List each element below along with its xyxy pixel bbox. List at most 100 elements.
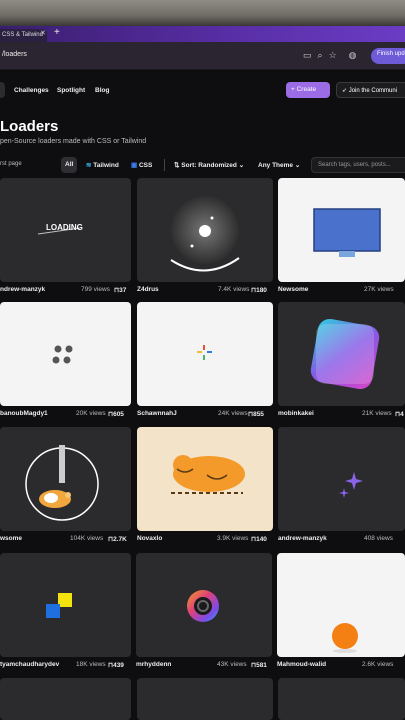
filter-css[interactable]: ▣ CSS (127, 157, 156, 173)
tab-title: CSS & Tailwind (2, 32, 43, 38)
page-title: Loaders (0, 118, 59, 135)
card-meta: Mahmoud-walid 2.6K views (277, 658, 405, 672)
filter-tailwind[interactable]: ≋ Tailwind (82, 157, 123, 173)
filter-all[interactable]: All (61, 157, 78, 173)
card-author[interactable]: andrew-manzyk (278, 535, 327, 542)
divider (164, 159, 165, 171)
loader-preview (339, 472, 363, 498)
loader-card[interactable]: LOADING (0, 178, 131, 282)
loader-card[interactable] (278, 678, 405, 720)
loader-card[interactable] (137, 678, 273, 720)
view-count: 21K views (362, 410, 392, 417)
nav-blog[interactable]: Blog (95, 87, 109, 94)
card-meta: Novaxlo 3.9K views ⊓140 (137, 532, 273, 546)
loader-preview (313, 208, 381, 257)
save-count: ⊓140 (251, 536, 267, 543)
card-author[interactable]: Novaxlo (137, 535, 162, 542)
view-count: 7.4K views (218, 286, 250, 293)
save-count: ⊓605 (108, 411, 124, 418)
card-meta: banoubMagdy1 20K views ⊓605 (0, 407, 131, 421)
url-text: /loaders (2, 51, 27, 58)
loader-card[interactable] (278, 427, 405, 531)
card-author[interactable]: SchawnnahJ (137, 410, 177, 417)
sort-select[interactable]: ⇅ Sort: Randomized ⌄ (170, 157, 248, 173)
filter-bar: rst page All ≋ Tailwind ▣ CSS ⇅ Sort: Ra… (0, 157, 405, 173)
card-author[interactable]: ndrew-manzyk (0, 286, 45, 293)
view-count: 20K views (76, 410, 106, 417)
loader-preview: LOADING (37, 223, 83, 235)
save-count: ⊓581 (251, 662, 267, 669)
card-meta: mobinkakei 21K views ⊓4 (278, 407, 405, 421)
card-author[interactable]: banoubMagdy1 (0, 410, 48, 417)
loader-card[interactable] (0, 302, 131, 406)
loader-card[interactable] (136, 553, 272, 657)
card-author[interactable]: mrhyddenn (136, 661, 171, 668)
card-author[interactable]: Z4drus (137, 286, 159, 293)
view-count: 24K views (218, 410, 248, 417)
card-meta: SchawnnahJ 24K views ⊓855 (137, 407, 273, 421)
browser-tab-bar: CSS & Tailwind ✕ + (0, 26, 405, 42)
address-bar-icons: ▭ ⌕ ☆ ◍ (303, 50, 357, 61)
loader-preview (310, 319, 380, 389)
save-count: ⊓180 (251, 287, 267, 294)
bookmark-star-icon[interactable]: ☆ (329, 50, 337, 61)
loader-card[interactable] (137, 178, 273, 282)
save-count: ⊓37 (114, 287, 127, 294)
card-author[interactable]: Mahmoud-walid (277, 661, 326, 668)
loader-preview (25, 445, 99, 521)
extensions-icon[interactable]: ◍ (349, 50, 357, 61)
site-nav: Challenges Spotlight Blog + Create ➶ Joi… (0, 76, 405, 104)
loader-preview (332, 623, 358, 653)
theme-select[interactable]: Any Theme ⌄ (254, 157, 304, 173)
save-count: ⊓855 (248, 411, 264, 418)
save-count: ⊓4 (395, 411, 404, 418)
view-count: 2.6K views (362, 661, 394, 668)
card-author[interactable]: tyamchaudharydev (0, 661, 59, 668)
loader-card[interactable] (278, 178, 405, 282)
rocket-icon: ➶ (342, 88, 349, 94)
loader-preview (171, 455, 245, 494)
card-author[interactable]: Newsome (278, 286, 308, 293)
nav-spotlight[interactable]: Spotlight (57, 87, 85, 94)
first-page-label: rst page (0, 161, 22, 167)
save-count: ⊓2.7K (108, 536, 127, 543)
loader-preview (170, 196, 240, 272)
css-icon: ▣ (131, 162, 139, 169)
new-tab-icon[interactable]: + (54, 27, 60, 38)
nav-challenges[interactable]: Challenges (14, 87, 49, 94)
card-author[interactable]: wsome (0, 535, 22, 542)
join-community-button[interactable]: ➶ Join the Communi (336, 82, 405, 98)
monitor-bezel (0, 0, 405, 26)
loader-card[interactable] (0, 678, 131, 720)
view-count: 799 views (81, 286, 110, 293)
create-button[interactable]: + Create (286, 82, 330, 98)
view-count: 43K views (217, 661, 247, 668)
close-icon[interactable]: ✕ (40, 29, 46, 37)
address-bar[interactable]: /loaders ▭ ⌕ ☆ ◍ Finish upd (0, 42, 405, 70)
view-count: 3.9K views (217, 535, 249, 542)
card-meta: mrhyddenn 43K views ⊓581 (136, 658, 272, 672)
loader-preview (46, 593, 72, 618)
chevron-down-icon: ⌄ (294, 162, 301, 169)
loader-card[interactable] (0, 553, 131, 657)
card-author[interactable]: mobinkakei (278, 410, 314, 417)
loader-card[interactable] (278, 302, 405, 406)
cast-icon[interactable]: ▭ (303, 50, 312, 61)
loader-preview (197, 345, 212, 360)
loader-card[interactable] (137, 427, 273, 531)
finish-update-button[interactable]: Finish upd (371, 48, 405, 64)
view-count: 408 views (364, 535, 393, 542)
card-meta: tyamchaudharydev 18K views ⊓439 (0, 658, 131, 672)
page-subtitle: pen-Source loaders made with CSS or Tail… (0, 138, 147, 145)
card-meta: ndrew-manzyk 799 views ⊓37 (0, 283, 131, 297)
card-meta: wsome 104K views ⊓2.7K (0, 532, 131, 546)
loader-preview (187, 590, 219, 622)
loader-card[interactable] (277, 553, 405, 657)
menu-button[interactable] (0, 82, 5, 98)
search-input[interactable]: Search tags, users, posts... (311, 157, 405, 173)
loader-card[interactable] (0, 427, 131, 531)
card-meta: Z4drus 7.4K views ⊓180 (137, 283, 273, 297)
loader-card[interactable] (137, 302, 273, 406)
zoom-icon[interactable]: ⌕ (318, 50, 323, 61)
view-count: 27K views (364, 286, 394, 293)
